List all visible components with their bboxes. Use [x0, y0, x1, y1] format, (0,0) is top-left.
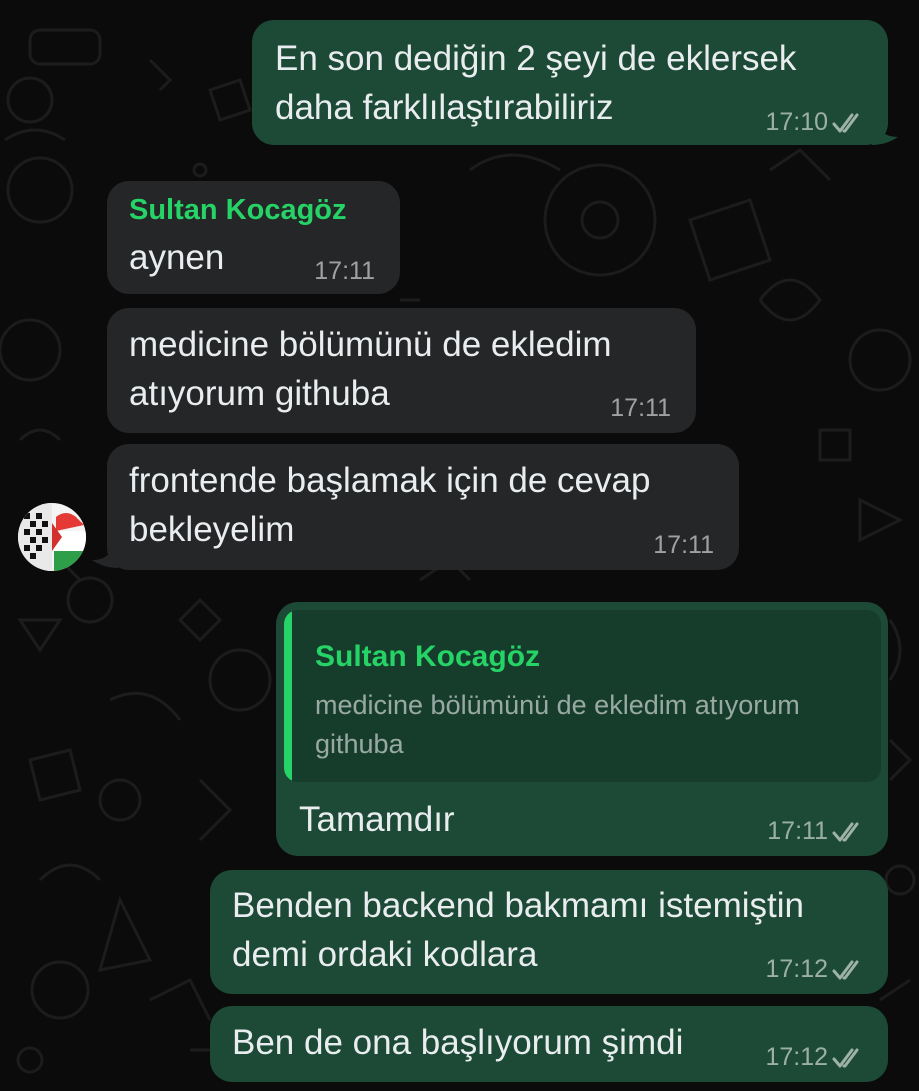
message-meta: 17:11 — [610, 394, 671, 423]
quoted-message[interactable]: Sultan Kocagöz medicine bölümünü de ekle… — [284, 610, 881, 782]
quoted-text: medicine bölümünü de ekledim atıyorum gi… — [315, 690, 800, 759]
message-time: 17:11 — [610, 394, 671, 422]
message-text-line: Ben de ona başlıyorum şimdi — [232, 1023, 684, 1062]
message-meta: 17:10 — [765, 108, 864, 137]
message-time: 17:11 — [767, 817, 828, 845]
bubble-tail — [92, 548, 118, 568]
message-text-line: frontende başlamak için de cevap — [129, 461, 651, 500]
message-meta: 17:12 — [765, 1043, 864, 1072]
double-check-icon — [832, 1047, 864, 1069]
message-text-line: En son dediğin 2 şeyi de eklersek — [275, 39, 797, 78]
message-bubble-outgoing-reply[interactable]: Sultan Kocagöz medicine bölümünü de ekle… — [276, 602, 888, 856]
double-check-icon — [832, 821, 864, 843]
double-check-icon — [832, 112, 864, 134]
message-text-line: aynen — [129, 238, 225, 277]
message-bubble-outgoing[interactable]: Ben de ona başlıyorum şimdi 17:12 — [210, 1006, 888, 1082]
message-text-line: Tamamdır — [299, 800, 455, 839]
message-text-line: medicine bölümünü de ekledim — [129, 325, 612, 364]
message-time: 17:11 — [653, 531, 714, 559]
message-time: 17:11 — [314, 257, 375, 285]
message-time: 17:10 — [765, 108, 828, 136]
message-bubble-incoming[interactable]: medicine bölümünü de ekledim atıyorum gi… — [107, 308, 696, 433]
message-time: 17:12 — [765, 1043, 828, 1071]
message-text-line: daha farklılaştırabiliriz — [275, 88, 614, 127]
message-meta: 17:11 — [653, 531, 714, 560]
message-text-line: bekleyelim — [129, 510, 295, 549]
contact-avatar[interactable] — [18, 503, 86, 571]
sender-name[interactable]: Sultan Kocagöz — [129, 194, 347, 227]
message-text-line: atıyorum githuba — [129, 374, 390, 413]
double-check-icon — [832, 959, 864, 981]
quote-accent-bar — [284, 610, 292, 782]
message-meta: 17:12 — [765, 955, 864, 984]
message-meta: 17:11 — [767, 817, 864, 846]
message-meta: 17:11 — [314, 257, 375, 286]
message-text-line: Benden backend bakmamı istemiştin — [232, 886, 804, 925]
message-bubble-incoming[interactable]: frontende başlamak için de cevap bekleye… — [107, 444, 739, 570]
message-time: 17:12 — [765, 955, 828, 983]
message-text-line: demi ordaki kodlara — [232, 935, 538, 974]
bubble-tail — [872, 125, 898, 145]
message-bubble-incoming[interactable]: Sultan Kocagöz aynen 17:11 — [107, 181, 400, 294]
message-bubble-outgoing[interactable]: Benden backend bakmamı istemiştin demi o… — [210, 870, 888, 994]
quoted-sender-name: Sultan Kocagöz — [315, 640, 541, 673]
message-bubble-outgoing[interactable]: En son dediğin 2 şeyi de eklersek daha f… — [252, 20, 888, 145]
